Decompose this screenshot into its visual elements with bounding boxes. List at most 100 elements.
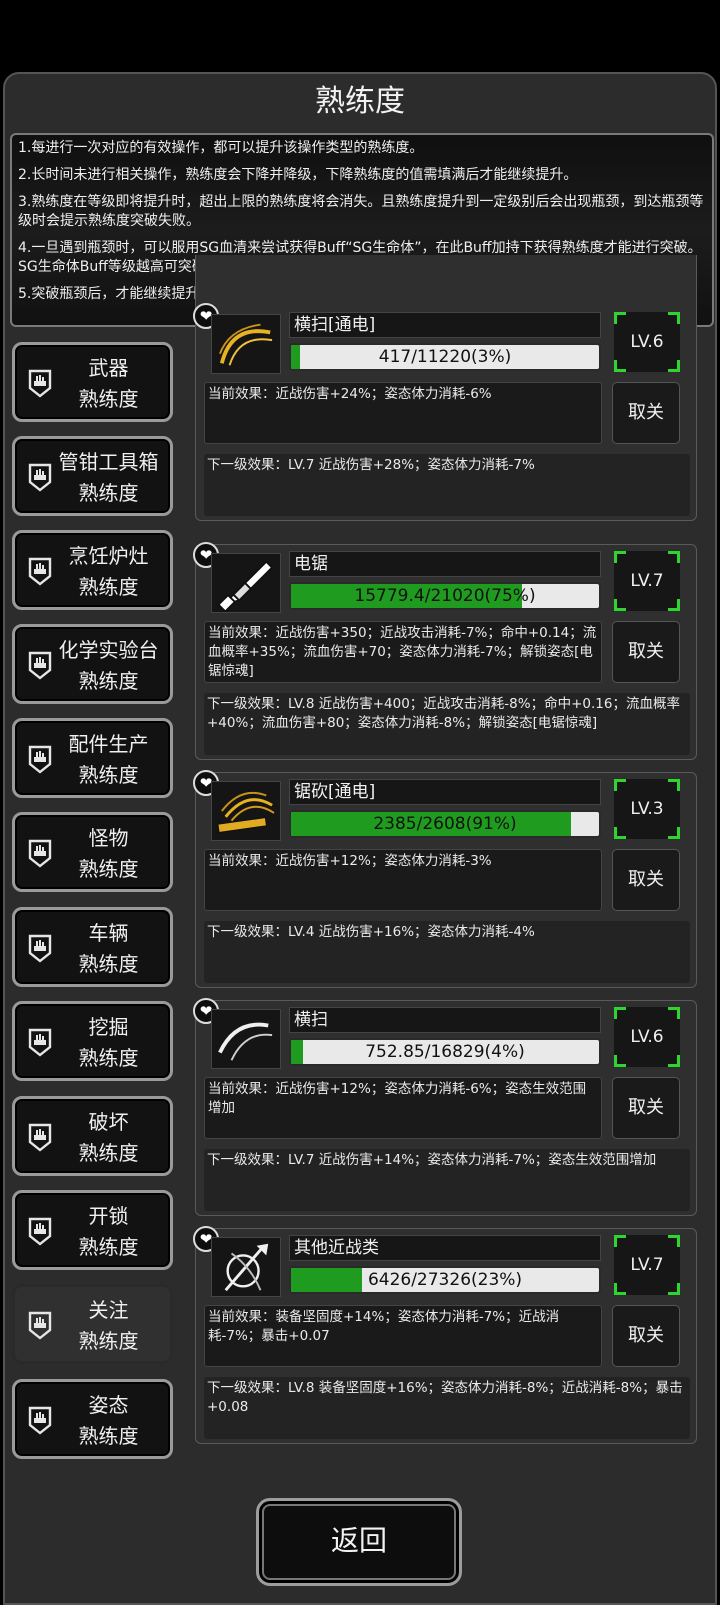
current-effect: 当前效果：近战伤害+24%；姿态体力消耗-6% <box>204 382 602 444</box>
skill-name: 锯砍[通电] <box>289 779 601 805</box>
sidebar-button[interactable]: 配件生产 熟练度 <box>12 718 173 798</box>
flag-shield-icon <box>27 369 53 399</box>
flag-shield-icon <box>27 839 53 869</box>
sidebar-button[interactable]: 姿态 熟练度 <box>12 1379 173 1459</box>
next-level-effect: 下一级效果：LV.8 装备坚固度+16%；姿态体力消耗-8%；近战消耗-8%；暴… <box>204 1377 690 1439</box>
sidebar-button-label: 化学实验台 熟练度 <box>51 635 166 697</box>
sidebar-button[interactable]: 怪物 熟练度 <box>12 812 173 892</box>
current-effect: 当前效果：近战伤害+350；近战攻击消耗-7%；命中+0.14；流血概率+35%… <box>204 621 602 683</box>
level-badge: LV.6 <box>614 1007 680 1067</box>
melee-weapons-icon <box>211 1237 281 1297</box>
sidebar-button[interactable]: 挖掘 熟练度 <box>12 1001 173 1081</box>
back-button[interactable]: 返回 <box>256 1498 462 1586</box>
sidebar-button[interactable]: 关注 熟练度 <box>12 1284 173 1364</box>
sidebar-label-line1: 姿态 <box>88 1393 129 1417</box>
description-line: 1.每进行一次对应的有效操作，都可以提升该操作类型的熟练度。 <box>18 140 424 156</box>
skill-list[interactable]: ❤ 横扫[通电] 417/11220(3%) LV.6 当前效果：近战伤害+24%；姿态… <box>190 255 712 1477</box>
sidebar-label-line2: 熟练度 <box>78 575 139 599</box>
sidebar-label-line2: 熟练度 <box>78 952 139 976</box>
category-sidebar[interactable]: 武器 熟练度 管钳工具箱 熟练度 烹饪炉灶 熟练度 化学实验台 熟练度 配件生产 熟练度 怪物 熟练度… <box>6 262 186 1476</box>
flag-shield-icon <box>27 934 53 964</box>
sweep-electric-icon <box>211 314 281 374</box>
unfollow-button[interactable]: 取关 <box>612 382 680 444</box>
unfollow-button[interactable]: 取关 <box>612 849 680 911</box>
sidebar-label-line2: 熟练度 <box>78 1141 139 1165</box>
level-text: LV.6 <box>630 1027 664 1047</box>
sidebar-button[interactable]: 化学实验台 熟练度 <box>12 624 173 704</box>
level-badge: LV.6 <box>614 312 680 372</box>
level-text: LV.6 <box>630 332 664 352</box>
sidebar-button-label: 姿态 熟练度 <box>51 1390 166 1452</box>
level-badge: LV.7 <box>614 1235 680 1295</box>
skill-card: ❤ 锯砍[通电] 2385/2608(91%) LV.3 当前效果：近战伤害+12%；姿… <box>193 770 697 988</box>
sidebar-label-line1: 挖掘 <box>88 1015 129 1039</box>
next-level-effect: 下一级效果：LV.7 近战伤害+14%；姿态体力消耗-7%；姿态生效范围增加 <box>204 1149 690 1211</box>
flag-shield-icon <box>27 557 53 587</box>
sidebar-button-label: 武器 熟练度 <box>51 353 166 415</box>
progress-text: 2385/2608(91%) <box>373 814 517 834</box>
skill-card: ❤ 电锯 15779.4/21020(75%) LV.7 当前效果：近战伤害+350；近… <box>193 542 697 760</box>
progress-text: 417/11220(3%) <box>378 347 512 367</box>
sidebar-button[interactable]: 武器 熟练度 <box>12 342 173 422</box>
level-text: LV.3 <box>630 799 664 819</box>
flag-shield-icon <box>27 1217 53 1247</box>
sidebar-label-line2: 熟练度 <box>78 481 139 505</box>
unfollow-button[interactable]: 取关 <box>612 1305 680 1367</box>
flag-shield-icon <box>27 1406 53 1436</box>
unfollow-button[interactable]: 取关 <box>612 621 680 683</box>
next-level-effect: 下一级效果：LV.8 近战伤害+400；近战攻击消耗-8%；命中+0.16；流血… <box>204 693 690 755</box>
current-effect: 当前效果：装备坚固度+14%；姿态体力消耗-7%；近战消耗-7%；暴击+0.07 <box>204 1305 602 1367</box>
sidebar-label-line2: 熟练度 <box>78 1424 139 1448</box>
sidebar-label-line2: 熟练度 <box>78 763 139 787</box>
progress-text: 6426/27326(23%) <box>367 1270 523 1290</box>
sidebar-label-line2: 熟练度 <box>78 1329 139 1353</box>
sidebar-label-line1: 管钳工具箱 <box>58 450 159 474</box>
skill-card: ❤ 其他近战类 6426/27326(23%) LV.7 当前效果：装备坚固度+14%；… <box>193 1226 697 1444</box>
skill-name: 其他近战类 <box>289 1235 601 1261</box>
sidebar-label-line1: 化学实验台 <box>58 638 159 662</box>
current-effect: 当前效果：近战伤害+12%；姿态体力消耗-3% <box>204 849 602 911</box>
unfollow-button[interactable]: 取关 <box>612 1077 680 1139</box>
skill-progress-bar: 15779.4/21020(75%) <box>289 582 601 610</box>
level-badge: LV.3 <box>614 779 680 839</box>
flag-shield-icon <box>27 463 53 493</box>
flag-shield-icon <box>27 1028 53 1058</box>
sidebar-label-line1: 破坏 <box>88 1110 129 1134</box>
progress-text: 752.85/16829(4%) <box>365 1042 525 1062</box>
sidebar-label-line2: 熟练度 <box>78 1235 139 1259</box>
current-effect: 当前效果：近战伤害+12%；姿态体力消耗-6%；姿态生效范围增加 <box>204 1077 602 1139</box>
sidebar-button-label: 烹饪炉灶 熟练度 <box>51 541 166 603</box>
sidebar-label-line2: 熟练度 <box>78 857 139 881</box>
skill-name: 电锯 <box>289 551 601 577</box>
sidebar-button[interactable]: 烹饪炉灶 熟练度 <box>12 530 173 610</box>
sidebar-label-line1: 配件生产 <box>68 732 149 756</box>
sidebar-label-line1: 关注 <box>88 1298 129 1322</box>
sidebar-button-label: 开锁 熟练度 <box>51 1201 166 1263</box>
skill-card: ❤ 横扫 752.85/16829(4%) LV.6 当前效果：近战伤害+12%；姿态体… <box>193 998 697 1216</box>
sidebar-label-line1: 武器 <box>88 356 129 380</box>
sidebar-button-label: 管钳工具箱 熟练度 <box>51 447 166 509</box>
sidebar-button[interactable]: 车辆 熟练度 <box>12 907 173 987</box>
flag-shield-icon <box>27 1311 53 1341</box>
sidebar-button[interactable]: 管钳工具箱 熟练度 <box>12 436 173 516</box>
sidebar-button[interactable]: 开锁 熟练度 <box>12 1190 173 1270</box>
next-level-effect: 下一级效果：LV.7 近战伤害+28%；姿态体力消耗-7% <box>204 454 690 516</box>
sidebar-button-label: 破坏 熟练度 <box>51 1107 166 1169</box>
skill-progress-bar: 2385/2608(91%) <box>289 810 601 838</box>
sidebar-button[interactable]: 破坏 熟练度 <box>12 1096 173 1176</box>
skill-name: 横扫 <box>289 1007 601 1033</box>
description-line: 2.长时间未进行相关操作，熟练度会下降并降级，下降熟练度的值需填满后才能继续提升… <box>18 167 578 183</box>
description-line: 3.熟练度在等级即将提升时，超出上限的熟练度将会消失。且熟练度提升到一定级别后会… <box>18 194 704 229</box>
level-badge: LV.7 <box>614 551 680 611</box>
flag-shield-icon <box>27 745 53 775</box>
sweep-icon <box>211 1009 281 1069</box>
skill-progress-bar: 752.85/16829(4%) <box>289 1038 601 1066</box>
progress-text: 15779.4/21020(75%) <box>354 586 536 606</box>
sidebar-label-line1: 怪物 <box>88 826 129 850</box>
flag-shield-icon <box>27 651 53 681</box>
skill-name: 横扫[通电] <box>289 312 601 338</box>
sidebar-button-label: 挖掘 熟练度 <box>51 1012 166 1074</box>
sidebar-label-line2: 熟练度 <box>78 387 139 411</box>
sidebar-label-line2: 熟练度 <box>78 1046 139 1070</box>
level-text: LV.7 <box>630 571 664 591</box>
